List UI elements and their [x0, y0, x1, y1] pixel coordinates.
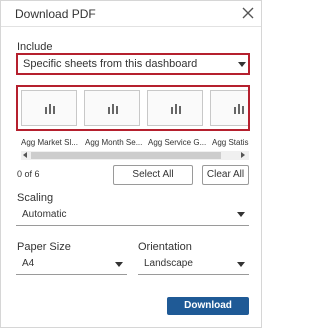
- sheet-thumbnails-strip: [16, 85, 250, 131]
- scroll-left-arrow-icon[interactable]: [23, 152, 27, 158]
- orientation-chevron-down-icon[interactable]: [237, 262, 245, 267]
- bar-chart-icon: [108, 104, 118, 114]
- dialog-title: Download PDF: [15, 7, 96, 21]
- sheet-label-1: Agg Market Sl...: [21, 138, 78, 147]
- sheet-label-2: Agg Month Se...: [85, 138, 143, 147]
- scaling-chevron-down-icon[interactable]: [237, 212, 245, 217]
- include-label: Include: [17, 41, 53, 53]
- scaling-selected-value: Automatic: [22, 209, 67, 220]
- orientation-select[interactable]: Landscape: [138, 257, 249, 275]
- bar-chart-icon: [45, 104, 55, 114]
- clear-all-button[interactable]: Clear All: [202, 165, 249, 185]
- title-divider: [1, 26, 261, 27]
- paper-size-label: Paper Size: [17, 241, 71, 253]
- include-select[interactable]: Specific sheets from this dashboard: [16, 53, 250, 75]
- paper-size-select[interactable]: A4: [16, 257, 127, 275]
- orientation-label: Orientation: [138, 241, 192, 253]
- bar-chart-icon: [234, 104, 244, 114]
- scaling-label: Scaling: [17, 192, 54, 204]
- sheet-thumbnail-4[interactable]: [210, 90, 248, 126]
- select-all-button[interactable]: Select All: [113, 165, 193, 185]
- paper-size-selected-value: A4: [22, 258, 35, 269]
- download-pdf-dialog: Download PDF Include Specific sheets fro…: [0, 0, 262, 328]
- sheet-thumbnail-1[interactable]: [21, 90, 77, 126]
- bar-chart-icon: [171, 104, 181, 114]
- sheet-thumbnail-2[interactable]: [84, 90, 140, 126]
- sheet-thumbnail-3[interactable]: [147, 90, 203, 126]
- scaling-select[interactable]: Automatic: [16, 208, 249, 226]
- paper-size-chevron-down-icon[interactable]: [115, 262, 123, 267]
- download-button[interactable]: Download: [167, 297, 249, 315]
- scrollbar-thumb[interactable]: [31, 152, 221, 159]
- close-icon[interactable]: [241, 6, 255, 20]
- orientation-selected-value: Landscape: [144, 258, 193, 269]
- selection-count: 0 of 6: [17, 169, 40, 179]
- sheet-label-4: Agg Statis: [212, 138, 249, 147]
- sheet-label-3: Agg Service G...: [148, 138, 207, 147]
- include-chevron-down-icon[interactable]: [238, 62, 246, 67]
- include-selected-value: Specific sheets from this dashboard: [23, 58, 198, 70]
- scroll-right-arrow-icon[interactable]: [241, 152, 245, 158]
